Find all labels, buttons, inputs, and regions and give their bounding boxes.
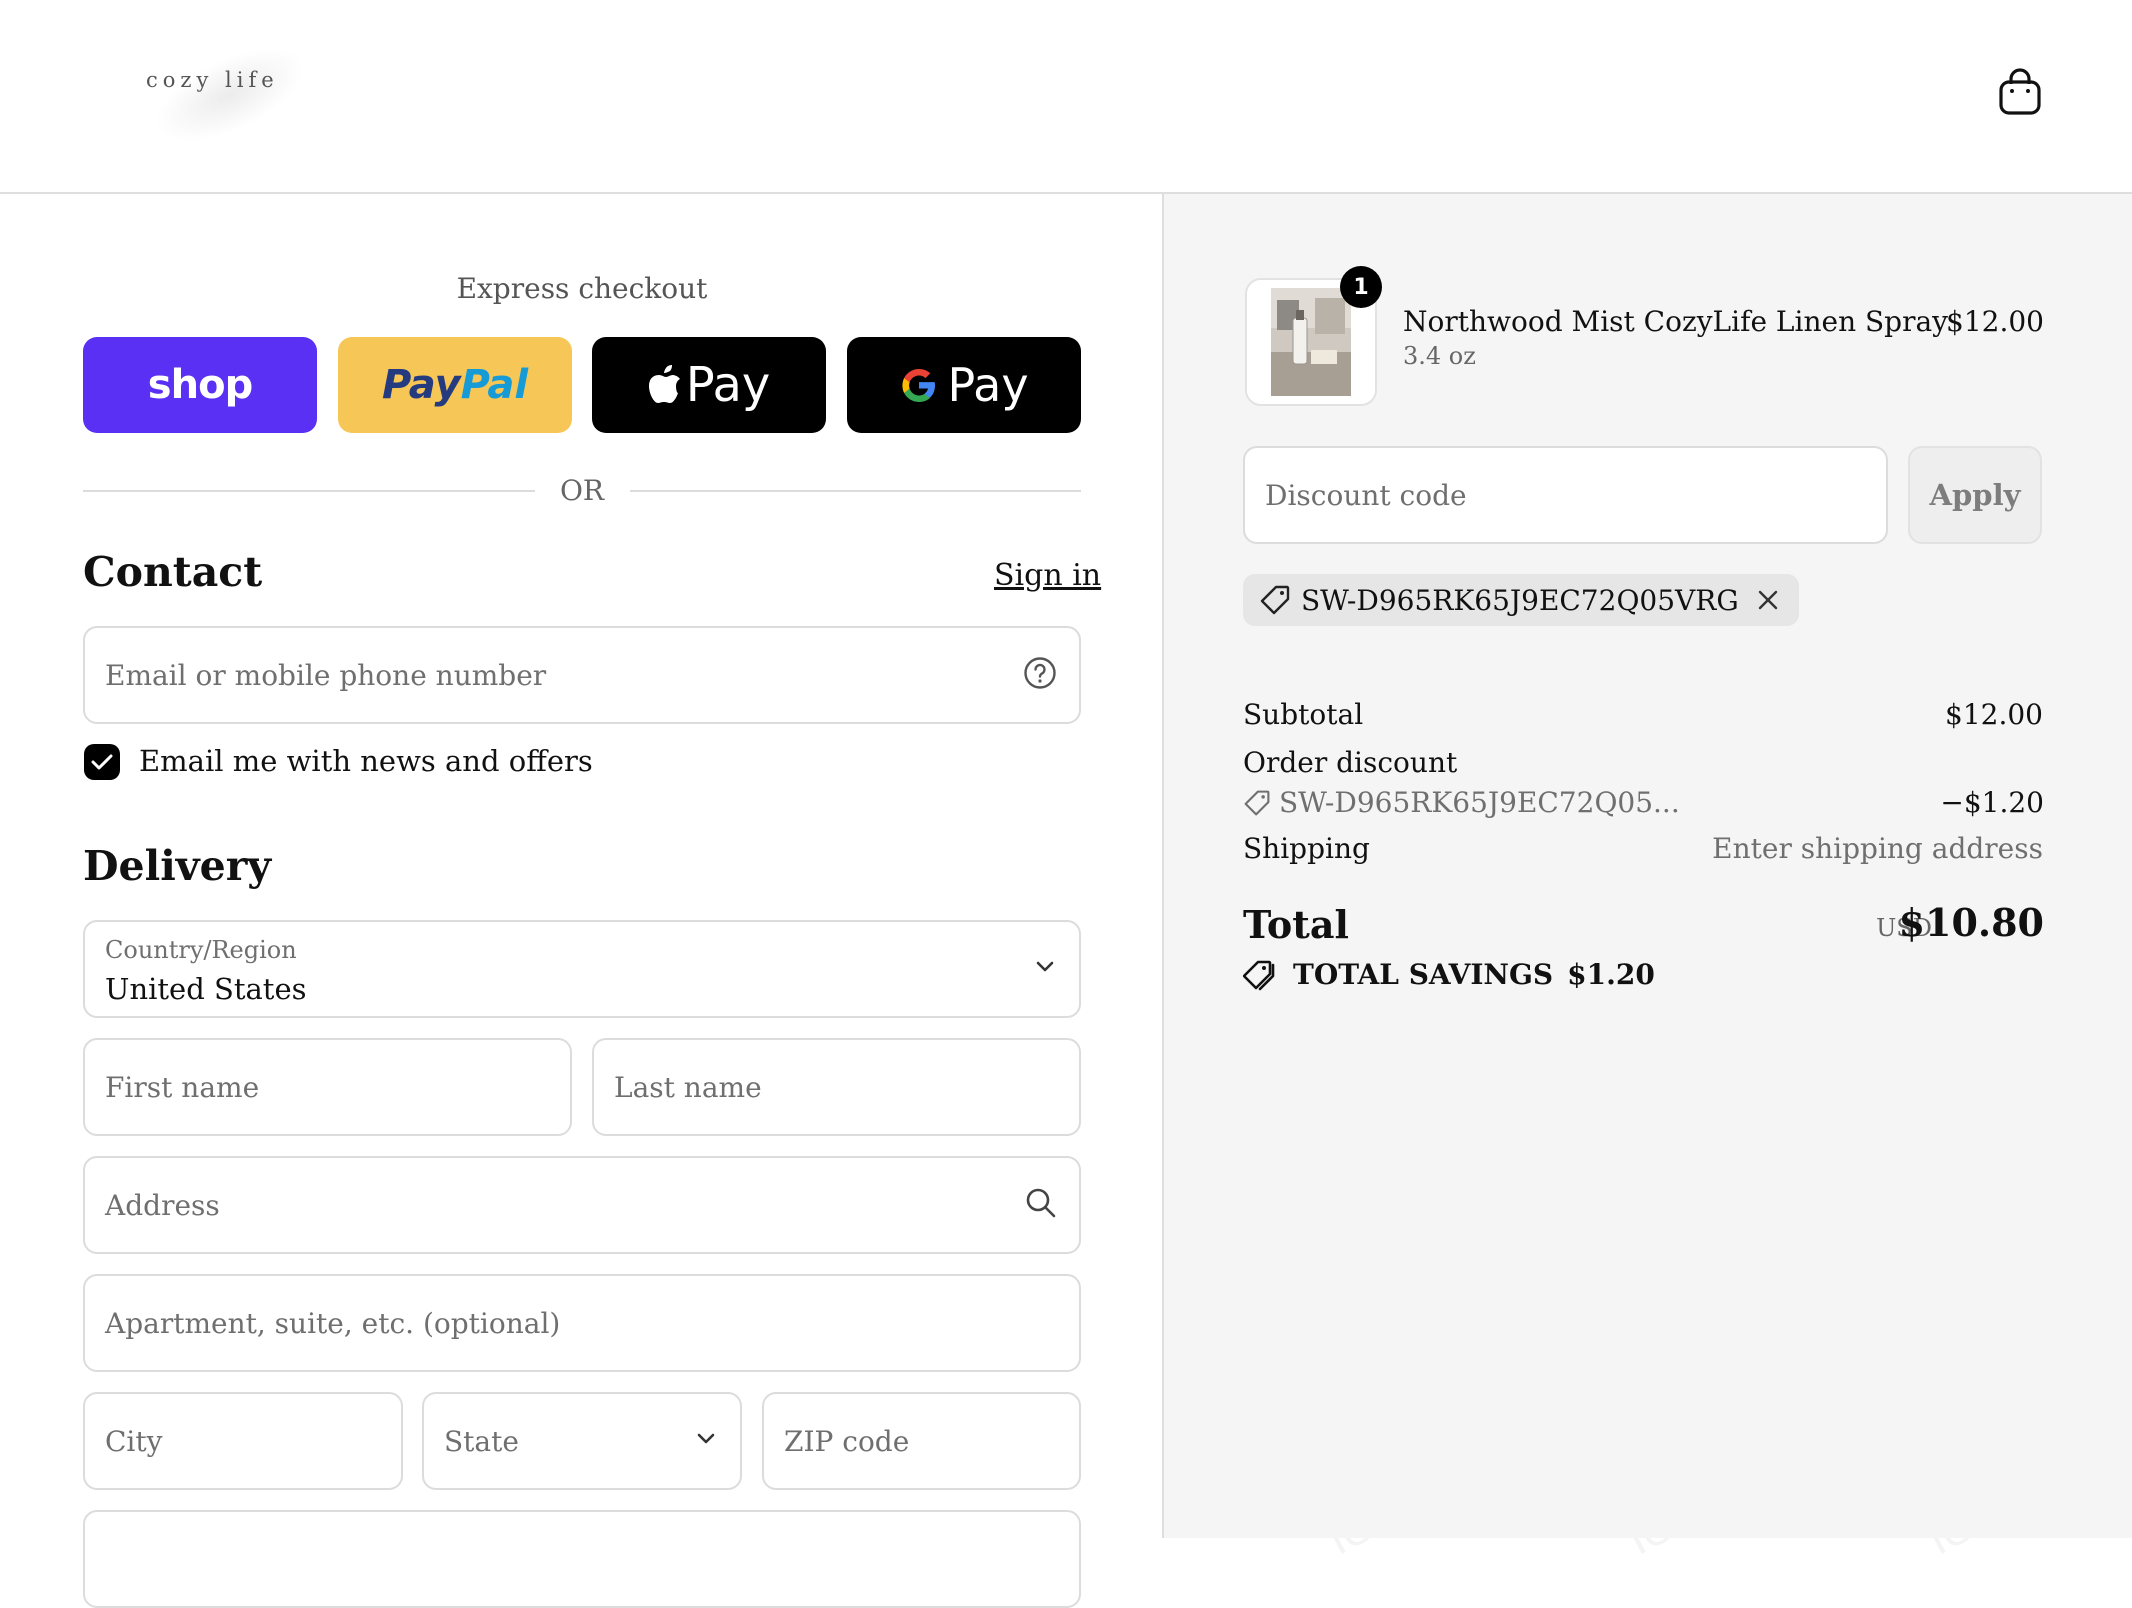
discount-placeholder: Discount code xyxy=(1265,478,1467,512)
site-header: cozy life xyxy=(0,0,2132,194)
zip-placeholder: ZIP code xyxy=(784,1424,910,1458)
shop-pay-label: shop xyxy=(147,362,253,408)
discount-code-input[interactable]: Discount code xyxy=(1243,446,1888,544)
brand-logo[interactable]: cozy life xyxy=(146,68,279,92)
cart-button[interactable] xyxy=(1998,68,2042,116)
google-pay-button[interactable]: Pay xyxy=(847,337,1081,433)
email-field[interactable]: Email or mobile phone number xyxy=(83,626,1081,724)
paypal-label-pay: Pay xyxy=(381,362,461,408)
last-name-placeholder: Last name xyxy=(614,1070,762,1104)
shipping-value: Enter shipping address xyxy=(1712,832,2043,865)
or-label: OR xyxy=(559,474,605,507)
or-divider-right xyxy=(630,490,1081,492)
phone-field-partial[interactable] xyxy=(83,1510,1081,1608)
product-price: $12.00 xyxy=(1946,305,2044,338)
shop-pay-button[interactable]: shop xyxy=(83,337,317,433)
tag-icon xyxy=(1244,790,1270,815)
order-discount-code: SW-D965RK65J9EC72Q05... xyxy=(1279,786,1680,819)
apply-discount-button[interactable]: Apply xyxy=(1908,446,2042,544)
apple-logo-icon xyxy=(648,365,680,403)
country-value: United States xyxy=(105,972,307,1006)
apple-pay-label: Pay xyxy=(685,357,771,413)
city-placeholder: City xyxy=(105,1424,163,1458)
sign-in-link[interactable]: Sign in xyxy=(994,558,1101,593)
order-discount-value: −$1.20 xyxy=(1940,786,2044,819)
delivery-title: Delivery xyxy=(83,842,272,890)
close-icon xyxy=(1758,590,1777,610)
checkmark-icon xyxy=(91,754,113,770)
google-g-icon xyxy=(902,369,936,402)
shopping-bag-icon xyxy=(1999,68,2041,115)
country-select[interactable]: Country/Region United States xyxy=(83,920,1081,1018)
order-discount-code-line: SW-D965RK65J9EC72Q05... xyxy=(1243,786,1680,819)
total-amount: $10.80 xyxy=(1898,900,2044,945)
apartment-field[interactable]: Apartment, suite, etc. (optional) xyxy=(83,1274,1081,1372)
city-field[interactable]: City xyxy=(83,1392,403,1490)
order-discount-label: Order discount xyxy=(1243,746,1458,779)
search-icon xyxy=(1025,1187,1057,1223)
chevron-down-icon xyxy=(1033,955,1057,983)
first-name-field[interactable]: First name xyxy=(83,1038,572,1136)
address-field[interactable]: Address xyxy=(83,1156,1081,1254)
applied-discount-chip: SW-D965RK65J9EC72Q05VRG xyxy=(1243,574,1799,626)
paypal-button[interactable]: Pay Pal xyxy=(338,337,572,433)
shipping-label: Shipping xyxy=(1243,832,1370,865)
total-label: Total xyxy=(1243,902,1349,947)
tag-icon xyxy=(1260,585,1290,615)
address-placeholder: Address xyxy=(105,1188,220,1222)
remove-discount-button[interactable] xyxy=(1757,589,1779,611)
first-name-placeholder: First name xyxy=(105,1070,260,1104)
newsletter-checkbox[interactable] xyxy=(84,744,120,780)
help-icon[interactable] xyxy=(1023,656,1057,694)
state-placeholder: State xyxy=(444,1424,519,1458)
subtotal-value: $12.00 xyxy=(1945,698,2043,731)
country-label: Country/Region xyxy=(105,936,297,964)
or-divider-left xyxy=(83,490,535,492)
apartment-placeholder: Apartment, suite, etc. (optional) xyxy=(105,1306,561,1340)
paypal-label-pal: Pal xyxy=(460,362,529,408)
chevron-down-icon xyxy=(694,1427,718,1455)
product-name: Northwood Mist CozyLife Linen Spray xyxy=(1403,305,1949,338)
applied-discount-code: SW-D965RK65J9EC72Q05VRG xyxy=(1301,583,1739,617)
tags-icon xyxy=(1243,960,1275,990)
savings-label: TOTAL SAVINGS xyxy=(1293,958,1554,991)
apple-pay-button[interactable]: Pay xyxy=(592,337,826,433)
express-checkout-label: Express checkout xyxy=(456,272,708,305)
savings-value: $1.20 xyxy=(1567,958,1655,991)
total-savings: TOTAL SAVINGS $1.20 xyxy=(1243,958,1655,991)
state-select[interactable]: State xyxy=(422,1392,742,1490)
logo-swash xyxy=(142,29,318,161)
last-name-field[interactable]: Last name xyxy=(592,1038,1081,1136)
subtotal-row: Subtotal $12.00 xyxy=(1243,698,2043,731)
contact-title: Contact xyxy=(83,548,263,596)
zip-field[interactable]: ZIP code xyxy=(762,1392,1081,1490)
order-discount-row: Order discount xyxy=(1243,746,2043,779)
shipping-row: Shipping Enter shipping address xyxy=(1243,832,2043,865)
newsletter-label[interactable]: Email me with news and offers xyxy=(139,744,593,778)
product-variant: 3.4 oz xyxy=(1403,342,1476,370)
quantity-badge: 1 xyxy=(1340,266,1382,308)
email-placeholder: Email or mobile phone number xyxy=(105,658,547,692)
subtotal-label: Subtotal xyxy=(1243,698,1364,731)
google-pay-label: Pay xyxy=(947,358,1029,412)
